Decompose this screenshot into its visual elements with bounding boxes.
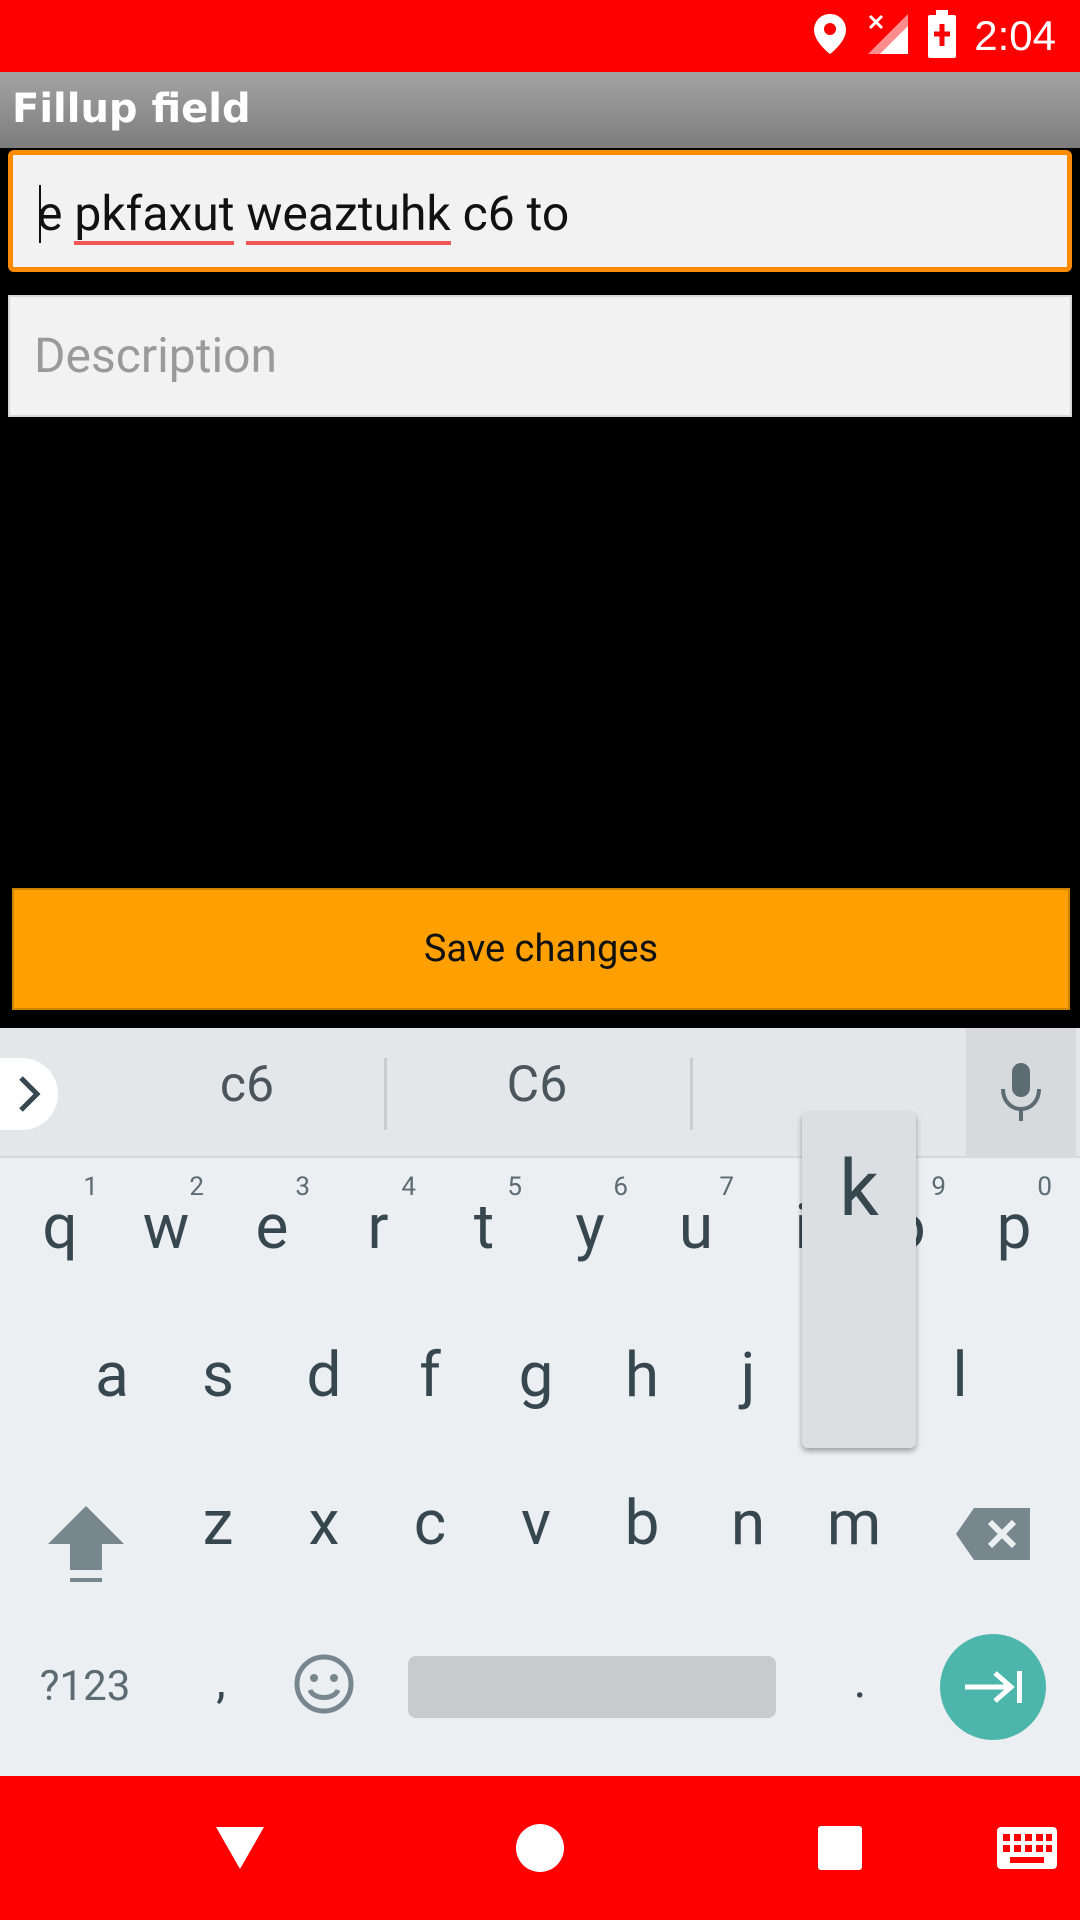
key-label: j [740,1339,756,1412]
recents-icon [818,1826,862,1870]
suggestion-divider [690,1058,693,1130]
key-label: u [678,1191,714,1264]
status-time: 2:04 [974,12,1056,59]
key-r[interactable]: 4r [328,1172,428,1282]
navigation-bar [0,1776,1080,1920]
key-label: v [520,1487,552,1560]
key-u[interactable]: 7u [646,1172,746,1282]
suggestion-strip: c6 C6 [0,1028,1080,1158]
input-word: e [37,185,75,242]
key-label: s [202,1339,234,1412]
key-x[interactable]: x [274,1468,374,1578]
expand-suggestions-button[interactable] [0,1058,58,1130]
emoji-icon [294,1654,354,1714]
key-label: p [996,1191,1032,1264]
comma-key[interactable]: , [196,1652,246,1712]
key-label: g [518,1339,554,1412]
key-label: t [473,1191,495,1264]
key-label: n [730,1487,766,1560]
key-label: w [142,1191,190,1264]
key-q[interactable]: 1q [10,1172,110,1282]
backspace-icon [956,1508,1030,1560]
next-field-key[interactable] [940,1634,1046,1740]
symbols-key[interactable]: ?123 [30,1662,140,1712]
key-l[interactable]: l [910,1320,1010,1430]
signal-off-icon [866,12,910,60]
status-icons: 2:04 [812,0,1056,72]
voice-input-button[interactable] [966,1028,1076,1158]
space-key[interactable] [408,1656,776,1718]
key-d[interactable]: d [274,1320,374,1430]
key-label: r [367,1191,389,1264]
chevron-right-icon [19,1076,41,1112]
key-b[interactable]: b [592,1468,692,1578]
status-bar: 2:04 [0,0,1080,72]
recents-button[interactable] [800,1776,880,1920]
key-label: f [419,1339,441,1412]
key-label: a [95,1339,129,1412]
key-h[interactable]: h [592,1320,692,1430]
key-label: x [308,1487,340,1560]
description-placeholder: Description [34,327,277,384]
key-label: l [952,1339,968,1412]
key-t[interactable]: 5t [434,1172,534,1282]
misspelled-word[interactable]: pkfaxut [74,187,235,245]
battery-charging-icon [928,10,957,62]
description-input[interactable]: Description [8,295,1072,417]
key-p[interactable]: 0p [964,1172,1064,1282]
home-icon [516,1824,564,1872]
key-s[interactable]: s [168,1320,268,1430]
back-button[interactable] [200,1776,280,1920]
title-input-value: e pkfaxut weaztuhk c6 to [37,185,569,245]
key-label: y [575,1191,605,1264]
key-y[interactable]: 6y [540,1172,640,1282]
key-c[interactable]: c [380,1468,480,1578]
keyboard-switch-icon [997,1827,1057,1869]
suggestion-divider [384,1058,387,1130]
suggestion-2[interactable]: C6 [417,1056,657,1114]
key-label: c [413,1487,447,1560]
save-changes-button[interactable]: Save changes [12,888,1070,1010]
home-button[interactable] [500,1776,580,1920]
location-icon [812,12,848,60]
key-v[interactable]: v [486,1468,586,1578]
title-input[interactable]: e pkfaxut weaztuhk c6 to [8,150,1072,272]
key-n[interactable]: n [698,1468,798,1578]
key-label: h [624,1339,660,1412]
tab-arrow-icon [965,1671,1022,1703]
key-label: e [255,1191,289,1264]
key-f[interactable]: f [380,1320,480,1430]
key-e[interactable]: 3e [222,1172,322,1282]
key-preview-popup: k [802,1112,916,1448]
shift-arrow-icon [48,1506,124,1582]
input-word: c6 to [450,185,570,242]
key-label: z [202,1487,234,1560]
key-w[interactable]: 2w [116,1172,216,1282]
misspelled-word[interactable]: weaztuhk [246,187,451,245]
title-bar: Fillup field [0,72,1080,148]
period-key[interactable]: . [840,1652,880,1712]
shift-key[interactable] [40,1498,132,1594]
page-title: Fillup field [12,86,251,132]
back-icon [216,1827,264,1869]
key-label: d [306,1339,342,1412]
key-label: q [42,1191,78,1264]
backspace-key[interactable] [954,1506,1032,1562]
emoji-key[interactable] [292,1652,356,1716]
key-label: b [624,1487,660,1560]
suggestion-1[interactable]: c6 [127,1056,367,1114]
key-j[interactable]: j [698,1320,798,1430]
key-g[interactable]: g [486,1320,586,1430]
key-label: m [826,1487,882,1560]
key-z[interactable]: z [168,1468,268,1578]
microphone-icon [1001,1063,1041,1121]
input-space [234,185,246,242]
keyboard-switch-button[interactable] [982,1776,1072,1920]
popup-key-label: k [839,1144,879,1235]
key-a[interactable]: a [62,1320,162,1430]
key-m[interactable]: m [804,1468,904,1578]
